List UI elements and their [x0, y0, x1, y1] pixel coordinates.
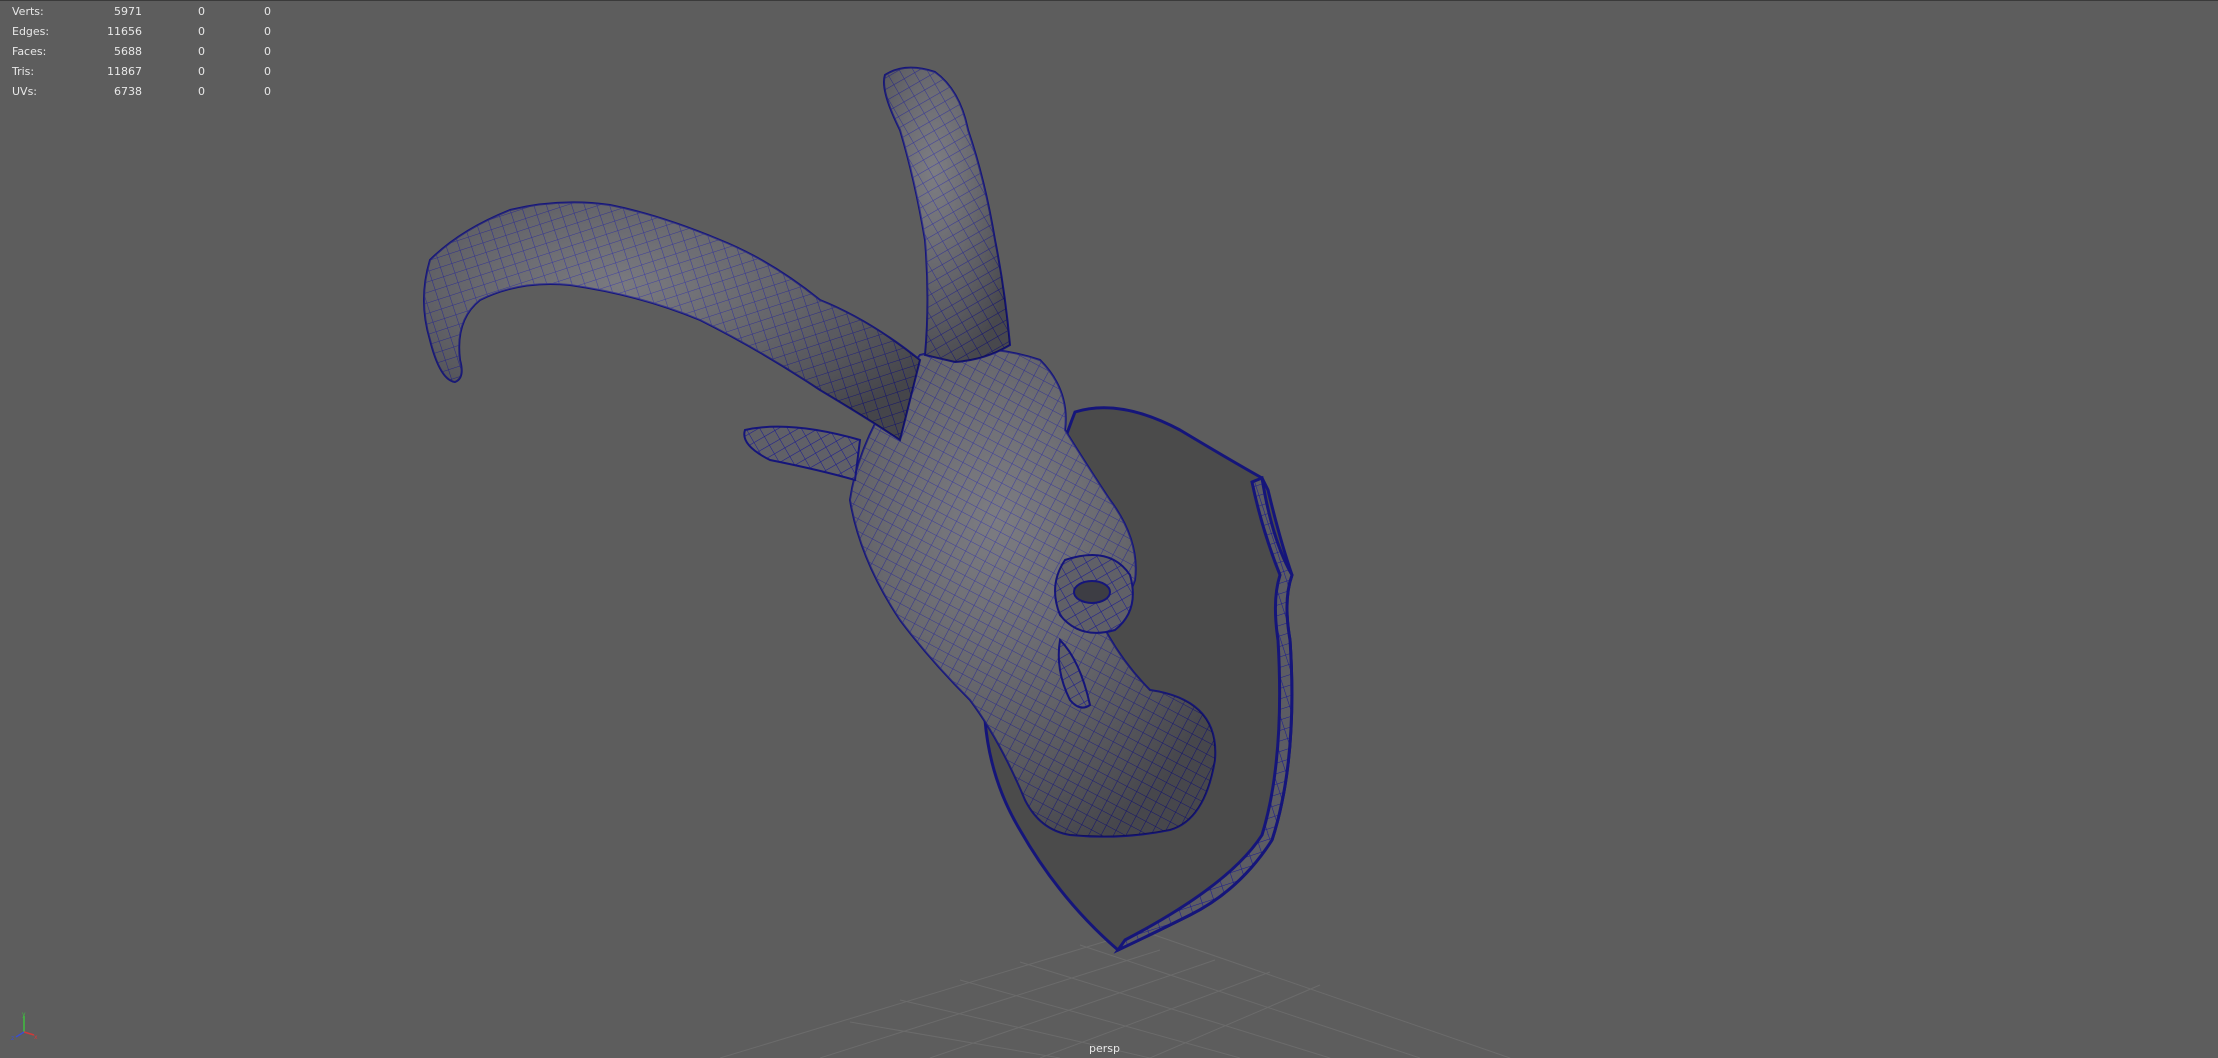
hud-value: 0: [264, 65, 271, 78]
hud-value: 6738: [114, 85, 142, 98]
left-horn-mesh[interactable]: [423, 201, 922, 442]
svg-text:z: z: [11, 1035, 14, 1040]
hud-row-uvs: UVs: 6738 0 0: [12, 82, 271, 102]
hud-row-faces: Faces: 5688 0 0: [12, 42, 271, 62]
hud-value: 0: [264, 45, 271, 58]
hud-value: 0: [198, 5, 205, 18]
hud-value: 11867: [107, 65, 142, 78]
hud-label: Verts:: [12, 5, 44, 18]
hud-label: Tris:: [12, 65, 35, 78]
hud-value: 5688: [114, 45, 142, 58]
hud-value: 0: [198, 65, 205, 78]
hud-value: 0: [264, 5, 271, 18]
hud-value: 0: [198, 45, 205, 58]
hud-value: 0: [264, 85, 271, 98]
hud-label: Faces:: [12, 45, 47, 58]
hud-label: UVs:: [12, 85, 38, 98]
hud-value: 11656: [107, 25, 142, 38]
hud-label: Edges:: [12, 25, 50, 38]
hud-value: 0: [264, 25, 271, 38]
hud-value: 0: [198, 25, 205, 38]
camera-name-label: persp: [1089, 1042, 1120, 1055]
3d-viewport[interactable]: [0, 0, 2218, 1058]
hud-row-edges: Edges: 11656 0 0: [12, 22, 271, 42]
poly-count-hud: Verts: 5971 0 0 Edges: 11656 0 0 Faces: …: [12, 2, 271, 102]
hud-value: 0: [198, 85, 205, 98]
view-axis-icon: y x z: [11, 1011, 38, 1040]
hud-value: 5971: [114, 5, 142, 18]
svg-text:y: y: [22, 1011, 26, 1018]
right-horn-mesh[interactable]: [883, 66, 1012, 364]
hud-row-verts: Verts: 5971 0 0: [12, 2, 271, 22]
hud-row-tris: Tris: 11867 0 0: [12, 62, 271, 82]
svg-text:x: x: [34, 1034, 38, 1040]
